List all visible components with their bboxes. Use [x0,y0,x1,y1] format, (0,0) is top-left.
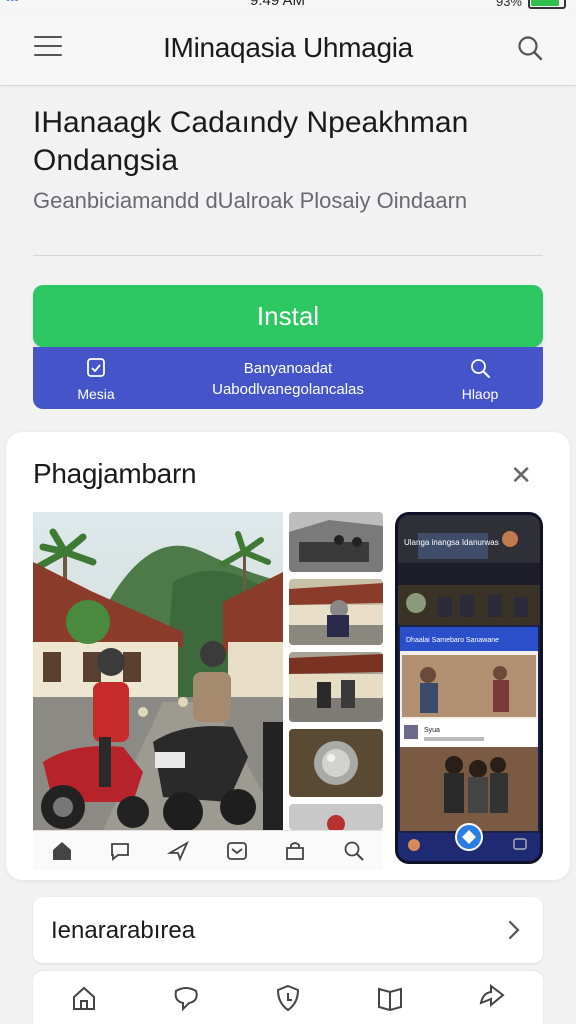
header-title: IMinaqasia Uhmagia [163,32,413,63]
action-center-line2: Uabodlvanegolancalas [212,381,364,398]
thumbnail-1[interactable] [289,512,383,572]
bag-icon[interactable] [283,839,307,863]
status-bar: ••• 9:49 AM 93% [0,0,576,12]
main-photo[interactable] [33,512,283,830]
action-bar: Mesia Banyanoadat Uabodlvanegolancalas H… [33,347,543,409]
bottom-nav [33,971,543,1024]
home-icon[interactable] [50,839,74,863]
book-icon[interactable] [375,983,405,1013]
gallery-nav [33,830,383,870]
thumbnail-3[interactable] [289,652,383,722]
phone-screen: Ulanga inangsa Idanurwas Dhaalai Samebar… [398,515,540,861]
street-scene-image [33,512,283,830]
badge-icon [87,358,105,377]
mail-icon[interactable] [225,839,249,863]
shield-icon[interactable] [273,983,303,1013]
chevron-right-icon [508,920,520,940]
list-row-link[interactable]: Ienararabırea [33,897,543,963]
install-button[interactable]: Instal [33,285,543,347]
phone-caption: Ulanga inangsa Idanurwas [404,538,499,547]
search-icon[interactable] [342,839,366,863]
search-icon[interactable] [516,34,544,62]
phone-preview[interactable]: Ulanga inangsa Idanurwas Dhaalai Samebar… [395,512,543,864]
home-icon[interactable] [69,983,99,1013]
phone-post-label: Dhaalai Samebaro Sanawane [406,637,499,644]
action-center-text[interactable]: Banyanoadat Uabodlvanegolancalas [183,358,393,400]
thumbnail-4[interactable] [289,729,383,797]
battery-percent: 93% [495,0,522,9]
app-header: IMinaqasia Uhmagia [0,12,576,86]
divider [33,255,543,256]
chat-icon[interactable] [171,983,201,1013]
phone-list-label: Syua [424,727,440,734]
media-action[interactable]: Mesia [71,357,121,402]
gallery-card: Phagjambarn ✕ Ulanga inangsa Idanurwas D… [6,432,570,880]
close-icon[interactable]: ✕ [510,460,532,491]
status-time: 9:49 AM [250,0,306,9]
help-label: Hlaop [461,386,499,402]
gallery-title: Phagjambarn [33,458,197,489]
list-row-label: Ienararabırea [51,917,196,944]
signal-indicator: ••• [6,0,19,6]
help-action[interactable]: Hlaop [455,357,505,402]
send-icon[interactable] [166,839,191,863]
media-label: Mesia [77,386,115,402]
app-subtitle: Geanbiciamandd dUalroak Plosaiy Oindaarn [33,188,468,213]
share-icon[interactable] [477,983,507,1013]
thumbnail-2[interactable] [289,579,383,645]
thumbnail-5[interactable] [289,804,383,830]
app-title: IHanaagk Cadaındy Npeakhman Ondangsia [33,106,469,177]
search-icon [471,359,490,378]
status-right-group: 93% [496,0,566,9]
chat-icon[interactable] [108,839,132,863]
action-center-line1: Banyanoadat [243,360,333,377]
battery-icon [528,0,566,9]
